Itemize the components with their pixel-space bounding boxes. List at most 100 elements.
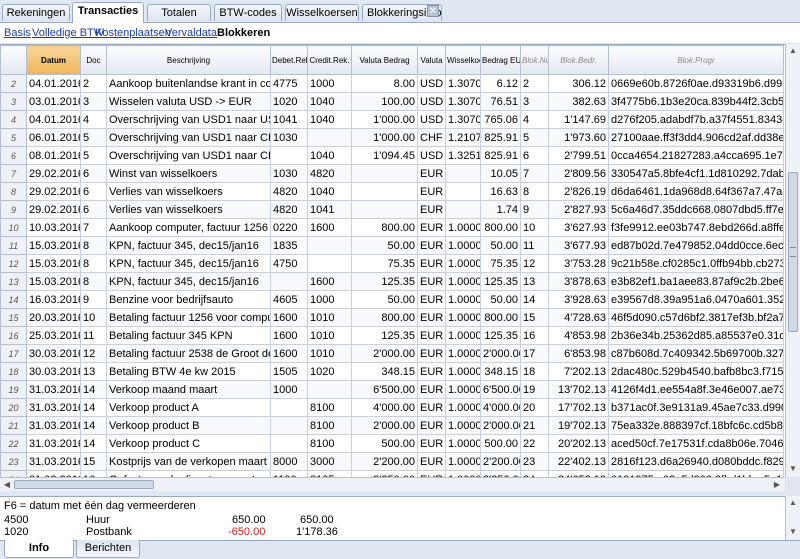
cell-bedrag-eur[interactable]: 800.00 <box>480 308 521 327</box>
cell-credit-rek[interactable]: 1600 <box>307 272 352 291</box>
cell-wisselkoers[interactable]: 1.30709 <box>445 110 481 129</box>
cell-valuta[interactable]: EUR <box>417 452 446 471</box>
cell-datum[interactable]: 15.03.2016 <box>26 254 81 273</box>
cell-beschrijving[interactable]: Kostprijs van de verkopen maart <box>106 452 271 471</box>
cell-doc[interactable]: 3 <box>80 92 107 111</box>
table-row[interactable]: 23 31.03.2016 15 Kostprijs van de verkopen … <box>0 452 784 471</box>
cell-blok-bedr[interactable]: 7'202.13 <box>548 362 609 381</box>
cell-blok-progr[interactable]: d6da6461.1da968d8.64f367a7.47a8365f <box>608 182 784 201</box>
col-datum[interactable]: Datum <box>26 45 81 75</box>
cell-bedrag-eur[interactable]: 4'000.00 <box>480 398 521 417</box>
cell-valuta[interactable]: EUR <box>417 398 446 417</box>
cell-datum[interactable]: 08.01.2016 <box>26 146 81 165</box>
cell-credit-rek[interactable]: 1041 <box>307 200 352 219</box>
cell-blok-num[interactable]: 15 <box>520 308 549 327</box>
cell-blok-bedr[interactable]: 2'809.56 <box>548 164 609 183</box>
cell-bedrag-eur[interactable]: 348.15 <box>480 362 521 381</box>
col-blok-num[interactable]: Blok.Num <box>520 45 549 75</box>
col-debet-rek[interactable]: Debet.Rek. <box>270 45 308 75</box>
cell-bedrag-eur[interactable]: 125.35 <box>480 272 521 291</box>
col-valuta[interactable]: Valuta <box>417 45 446 75</box>
cell-doc[interactable]: 11 <box>80 326 107 345</box>
cell-valuta[interactable]: EUR <box>417 254 446 273</box>
cell-doc[interactable]: 14 <box>80 380 107 399</box>
cell-valuta-bedrag[interactable]: 800.00 <box>351 218 418 237</box>
table-row[interactable]: 16 25.03.2016 11 Betaling factuur 345 KPN 16… <box>0 326 784 345</box>
cell-wisselkoers[interactable]: 1.00000 <box>445 326 481 345</box>
cell-wisselkoers[interactable] <box>445 164 481 183</box>
row-number[interactable]: 4 <box>0 110 27 129</box>
cell-blok-progr[interactable]: 0669e60b.8726f0ae.d93319b6.d9962d91 <box>608 74 784 93</box>
cell-blok-progr[interactable]: e3b82ef1.ba1aee83.87af9c2b.2be6aa72 <box>608 272 784 291</box>
cell-datum[interactable]: 30.03.2016 <box>26 344 81 363</box>
cell-valuta[interactable]: EUR <box>417 164 446 183</box>
col-bedrag-eur[interactable]: Bedrag EUR <box>480 45 521 75</box>
cell-beschrijving[interactable]: Winst van wisselkoers <box>106 164 271 183</box>
row-number[interactable]: 16 <box>0 326 27 345</box>
cell-debet-rek[interactable]: 1505 <box>270 362 308 381</box>
cell-wisselkoers[interactable] <box>445 200 481 219</box>
cell-datum[interactable]: 15.03.2016 <box>26 272 81 291</box>
cell-valuta[interactable]: EUR <box>417 326 446 345</box>
cell-beschrijving[interactable]: Verlies van wisselkoers <box>106 200 271 219</box>
cell-debet-rek[interactable]: 4775 <box>270 74 308 93</box>
cell-blok-progr[interactable]: 2b36e34b.25362d85.a85537e0.31d7f617 <box>608 326 784 345</box>
table-row[interactable]: 7 29.02.2016 6 Winst van wisselkoers 1030 482… <box>0 164 784 183</box>
cell-credit-rek[interactable]: 1020 <box>307 362 352 381</box>
cell-debet-rek[interactable]: 4605 <box>270 290 308 309</box>
col-doc[interactable]: Doc <box>80 45 107 75</box>
cell-credit-rek[interactable]: 1600 <box>307 218 352 237</box>
tab-btw-codes[interactable]: BTW-codes <box>214 4 282 21</box>
cell-credit-rek[interactable]: 1010 <box>307 344 352 363</box>
cell-credit-rek[interactable]: 8100 <box>307 398 352 417</box>
cell-beschrijving[interactable]: Verkoop maand maart <box>106 380 271 399</box>
cell-wisselkoers[interactable]: 1.00000 <box>445 380 481 399</box>
vertical-scroll-thumb[interactable] <box>788 172 798 332</box>
cell-beschrijving[interactable]: Overschrijving van USD1 naar CHF r <box>106 146 271 165</box>
cell-wisselkoers[interactable]: 1.00000 <box>445 236 481 255</box>
table-row[interactable]: 9 29.02.2016 6 Verlies van wisselkoers 4820 1… <box>0 200 784 219</box>
cell-blok-num[interactable]: 12 <box>520 254 549 273</box>
view-kostenplaatsen[interactable]: Kostenplaatsen <box>95 27 171 39</box>
cell-doc[interactable]: 4 <box>80 110 107 129</box>
cell-wisselkoers[interactable]: 1.30709 <box>445 92 481 111</box>
cell-bedrag-eur[interactable]: 825.91 <box>480 146 521 165</box>
cell-bedrag-eur[interactable]: 2'000.00 <box>480 344 521 363</box>
row-number[interactable]: 8 <box>0 182 27 201</box>
cell-valuta-bedrag[interactable]: 2'000.00 <box>351 344 418 363</box>
cell-debet-rek[interactable] <box>270 434 308 453</box>
cell-blok-bedr[interactable]: 3'677.93 <box>548 236 609 255</box>
cell-credit-rek[interactable]: 3000 <box>307 452 352 471</box>
cell-blok-progr[interactable]: b371ac0f.3e9131a9.45ae7c33.d9907253 <box>608 398 784 417</box>
cell-valuta[interactable]: EUR <box>417 290 446 309</box>
scroll-up-icon[interactable]: ▲ <box>786 44 800 58</box>
cell-wisselkoers[interactable]: 1.00000 <box>445 308 481 327</box>
cell-blok-num[interactable]: 16 <box>520 326 549 345</box>
table-row[interactable]: 19 31.03.2016 14 Verkoop maand maart 1000 6'5… <box>0 380 784 399</box>
row-number[interactable]: 10 <box>0 218 27 237</box>
cell-datum[interactable]: 31.03.2016 <box>26 452 81 471</box>
cell-beschrijving[interactable]: Overschrijving van USD1 naar CHF r <box>106 128 271 147</box>
cell-debet-rek[interactable]: 8000 <box>270 452 308 471</box>
cell-bedrag-eur[interactable]: 2'000.00 <box>480 416 521 435</box>
scroll-right-icon[interactable]: ▶ <box>770 478 784 492</box>
cell-valuta-bedrag[interactable]: 1'094.45 <box>351 146 418 165</box>
cell-beschrijving[interactable]: Betaling factuur 1256 voor computer <box>106 308 271 327</box>
cell-doc[interactable]: 2 <box>80 74 107 93</box>
cell-blok-progr[interactable]: 75ea332e.888397cf.18bfc6c.cd5b8a5d <box>608 416 784 435</box>
cell-datum[interactable]: 31.03.2016 <box>26 398 81 417</box>
col-credit-rek[interactable]: Credit.Rek. <box>307 45 352 75</box>
cell-blok-progr[interactable]: 27100aae.ff3f3dd4.906cd2af.dd38e2ec <box>608 128 784 147</box>
cell-valuta[interactable]: EUR <box>417 344 446 363</box>
row-number[interactable]: 2 <box>0 74 27 93</box>
cell-blok-bedr[interactable]: 1'973.60 <box>548 128 609 147</box>
cell-blok-bedr[interactable]: 13'702.13 <box>548 380 609 399</box>
tab-berichten[interactable]: Berichten <box>76 540 140 558</box>
cell-blok-progr[interactable]: d276f205.adabdf7b.a37f4551.8343ed1d <box>608 110 784 129</box>
cell-blok-num[interactable]: 18 <box>520 362 549 381</box>
row-number[interactable]: 14 <box>0 290 27 309</box>
cell-blok-num[interactable]: 3 <box>520 92 549 111</box>
cell-blok-bedr[interactable]: 306.12 <box>548 74 609 93</box>
cell-beschrijving[interactable]: Aankoop buitenlandse krant in conta <box>106 74 271 93</box>
cell-blok-bedr[interactable]: 22'402.13 <box>548 452 609 471</box>
